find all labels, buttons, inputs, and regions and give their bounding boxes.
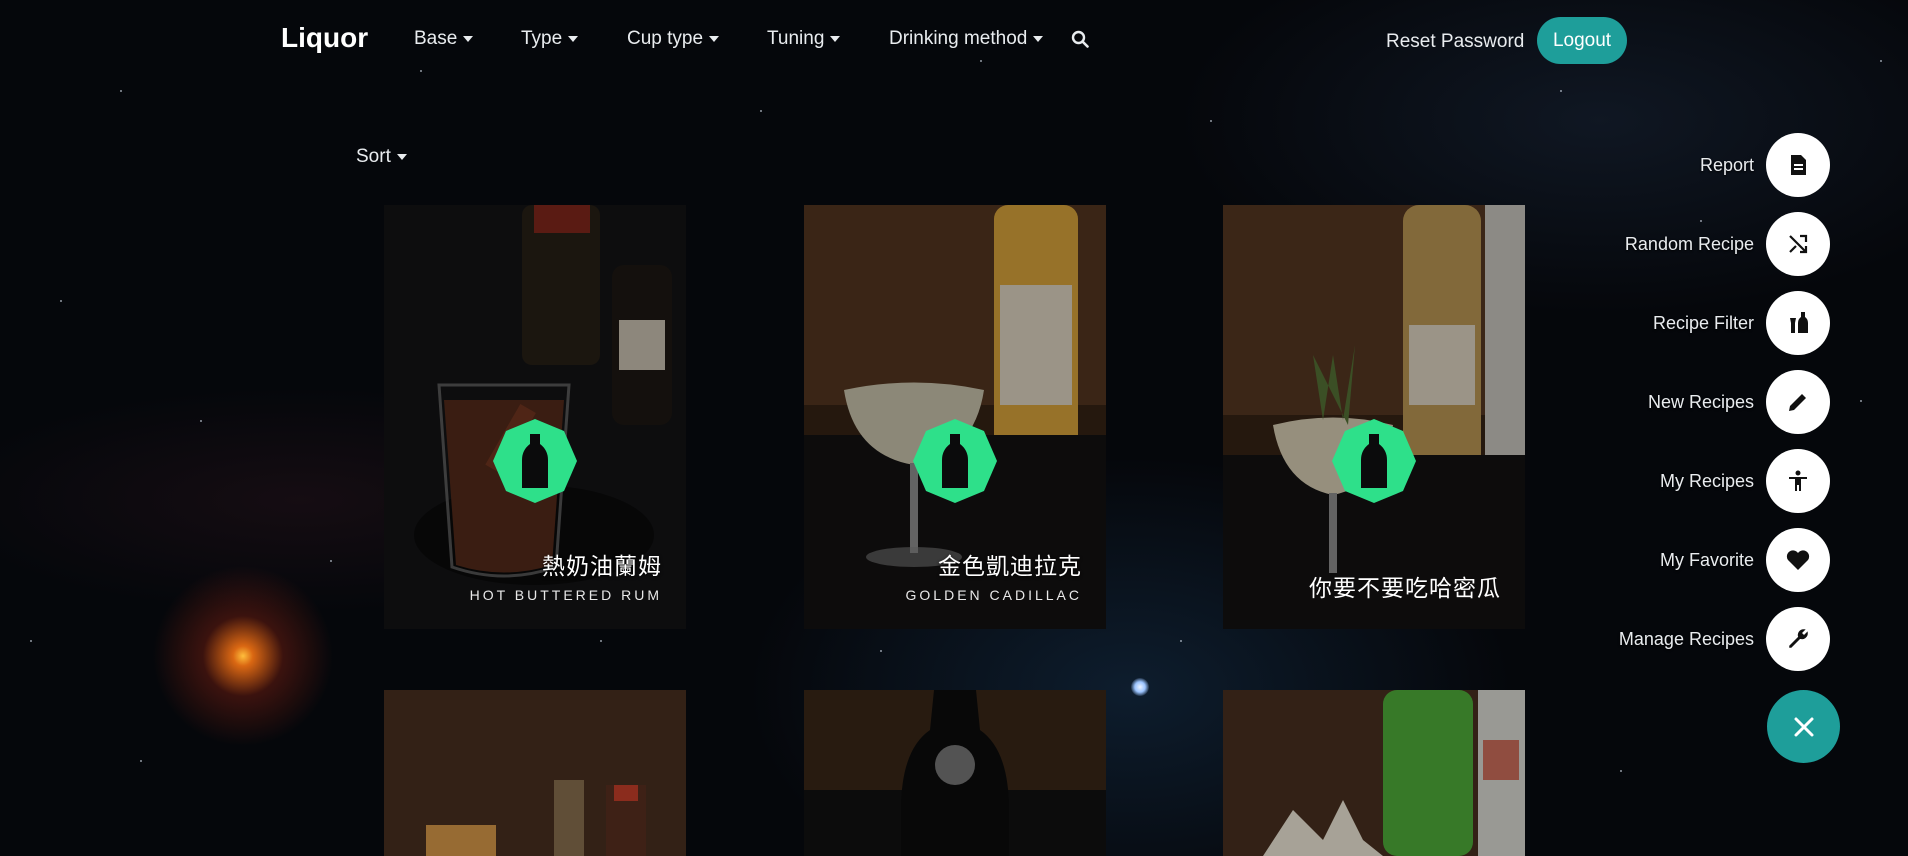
recipe-card[interactable]: 金色凱迪拉克 GOLDEN CADILLAC [804, 205, 1106, 629]
top-navbar: Liquor Base Type Cup type Tuning Drinkin… [0, 0, 1908, 80]
fab-random-recipe[interactable]: Random Recipe [1625, 212, 1830, 276]
sort-label: Sort [356, 146, 391, 167]
nav-dropdown-tuning[interactable]: Tuning [767, 28, 841, 50]
fab-recipe-filter[interactable]: Recipe Filter [1653, 291, 1830, 355]
wrench-icon[interactable] [1766, 607, 1830, 671]
recipe-photo [1223, 690, 1525, 856]
fab-report[interactable]: Report [1700, 133, 1830, 197]
recipe-photo [1223, 205, 1525, 629]
fab-label: My Favorite [1659, 549, 1754, 570]
caret-down-icon [1033, 36, 1044, 42]
fab-close-button[interactable] [1767, 690, 1840, 763]
nav-dropdown-drinking-method[interactable]: Drinking method [889, 28, 1044, 50]
nav-dropdown-cup-type[interactable]: Cup type [627, 28, 720, 50]
caret-down-icon [709, 36, 720, 42]
fab-label: Manage Recipes [1618, 628, 1754, 649]
fab-new-recipes[interactable]: New Recipes [1648, 370, 1830, 434]
recipe-card[interactable] [804, 690, 1106, 856]
caret-down-icon [830, 36, 841, 42]
nav-dropdown-label: Type [521, 28, 563, 49]
recipe-card[interactable] [384, 690, 686, 856]
fab-my-recipes[interactable]: My Recipes [1660, 449, 1830, 513]
fab-label: Random Recipe [1624, 233, 1754, 254]
fab-label: My Recipes [1659, 470, 1754, 491]
sort-dropdown[interactable]: Sort [356, 146, 407, 168]
search-icon[interactable] [1071, 30, 1089, 48]
fab-label: Recipe Filter [1652, 312, 1754, 333]
heart-icon[interactable] [1766, 528, 1830, 592]
nav-dropdown-label: Tuning [767, 28, 825, 49]
recipe-card[interactable]: 你要不要吃哈密瓜 [1223, 205, 1525, 629]
logout-button[interactable]: Logout [1537, 17, 1627, 64]
caret-down-icon [463, 36, 474, 42]
nav-dropdown-type[interactable]: Type [521, 28, 579, 50]
bottle-icon [1332, 419, 1416, 503]
fab-label: Report [1699, 154, 1754, 175]
recipe-name-zh: 金色凱迪拉克 [938, 553, 1082, 579]
recipe-name-en: HOT BUTTERED RUM [469, 587, 662, 603]
recipe-name-zh: 熱奶油蘭姆 [542, 553, 662, 579]
report-icon[interactable] [1766, 133, 1830, 197]
nav-dropdown-base[interactable]: Base [414, 28, 474, 50]
caret-down-icon [568, 36, 579, 42]
pencil-icon[interactable] [1766, 370, 1830, 434]
fab-manage-recipes[interactable]: Manage Recipes [1619, 607, 1830, 671]
shuffle-icon[interactable] [1766, 212, 1830, 276]
recipe-name-zh: 你要不要吃哈密瓜 [1309, 575, 1501, 601]
fab-my-favorite[interactable]: My Favorite [1660, 528, 1830, 592]
fab-label: New Recipes [1647, 391, 1754, 412]
bottle-icon [493, 419, 577, 503]
person-icon[interactable] [1766, 449, 1830, 513]
recipe-photo [384, 690, 686, 856]
recipe-card[interactable]: 熱奶油蘭姆 HOT BUTTERED RUM [384, 205, 686, 629]
recipe-name-en: GOLDEN CADILLAC [905, 587, 1082, 603]
close-icon [1794, 717, 1813, 736]
bottles-icon[interactable] [1766, 291, 1830, 355]
recipe-card[interactable] [1223, 690, 1525, 856]
nav-dropdown-label: Base [414, 28, 458, 49]
caret-down-icon [396, 154, 407, 160]
brand-logo[interactable]: Liquor [281, 22, 368, 54]
reset-password-link[interactable]: Reset Password [1386, 31, 1524, 53]
bottle-icon [913, 419, 997, 503]
nav-dropdown-label: Drinking method [889, 28, 1028, 49]
nav-dropdown-label: Cup type [627, 28, 704, 49]
recipe-photo [804, 690, 1106, 856]
